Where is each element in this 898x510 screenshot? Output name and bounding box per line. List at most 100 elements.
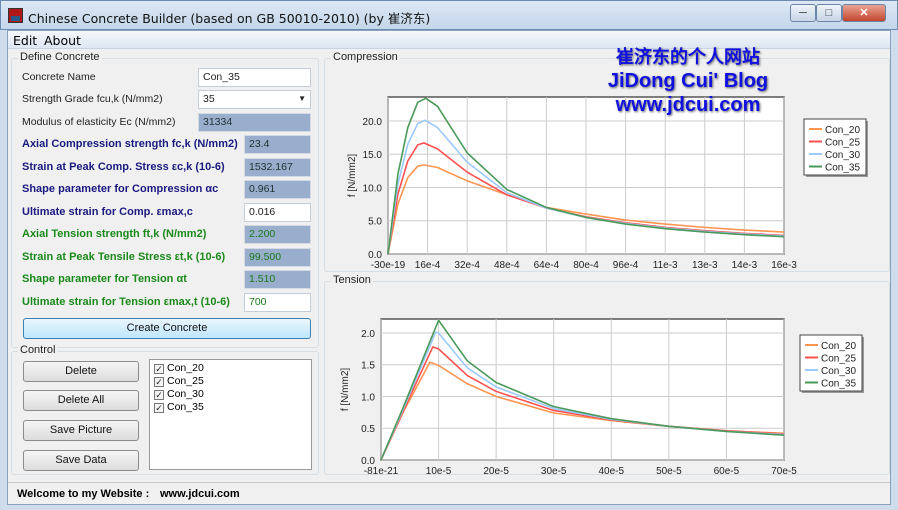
field-label: Modulus of elasticity Ec (N/mm2) [22,116,176,128]
field-label: Strength Grade fcu,k (N/mm2) [22,93,163,105]
x-tick-label: 30e-5 [541,466,567,474]
y-axis-label: f [N/mm2] [347,154,358,198]
x-tick-label: 16e-4 [415,260,441,271]
x-tick-label: 13e-3 [692,260,718,271]
status-bar: Welcome to my Website : www.jdcui.com [8,482,890,504]
x-tick-label: 20e-5 [483,466,509,474]
y-tick-label: 0.0 [361,456,375,467]
close-button[interactable]: ✕ [842,4,886,22]
watermark-line: 崔济东的个人网站 [616,47,760,67]
y-tick-label: 1.5 [361,361,375,372]
concrete-list[interactable]: ✓ Con_20 ✓ Con_25 ✓ Con_30 ✓ Con_35 [149,359,312,470]
save-picture-button[interactable]: Save Picture [23,420,139,441]
list-item[interactable]: ✓ Con_20 [154,362,204,374]
save-data-button[interactable]: Save Data [23,450,139,471]
field-label: Strain at Peak Tensile Stress εt,k (10-6… [22,251,226,263]
y-tick-label: 20.0 [363,117,383,128]
define-concrete-title: Define Concrete [18,51,102,63]
field-input[interactable]: 700 [244,293,311,312]
list-item[interactable]: ✓ Con_30 [154,388,204,400]
field-label: Axial Tension strength ft,k (N/mm2) [22,228,207,240]
legend-label: Con_25 [821,354,856,365]
field-value: 1.510 [249,273,276,285]
field-value: 35 [203,93,215,105]
field-label: Axial Compression strength fc,k (N/mm2) [22,138,238,150]
legend-label: Con_35 [825,163,860,174]
x-tick-label: 50e-5 [656,466,682,474]
x-tick-label: -30e-19 [371,260,406,271]
list-item-label: Con_30 [167,388,204,400]
field-input[interactable]: 1.510 [244,270,311,289]
field-input[interactable]: 31334 [198,113,311,132]
field-input[interactable]: 0.016 [244,203,311,222]
list-item-label: Con_25 [167,375,204,387]
field-label: Shape parameter for Tension αt [22,273,187,285]
menu-edit[interactable]: Edit [13,33,37,48]
y-tick-label: 1.0 [361,392,375,403]
status-url[interactable]: www.jdcui.com [160,488,240,500]
x-tick-label: 96e-4 [613,260,639,271]
field-input[interactable]: 2.200 [244,225,311,244]
checkbox-icon[interactable]: ✓ [154,403,164,413]
tension-title: Tension [331,274,373,286]
app-icon [8,8,23,23]
main-window: Edit About Define Concrete Concrete Name… [7,30,891,505]
x-tick-label: 60e-5 [714,466,740,474]
field-value: Con_35 [203,71,240,83]
field-label: Ultimate strain for Comp. εmax,c [22,206,193,218]
x-tick-label: 48e-4 [494,260,520,271]
watermark-line: JiDong Cui' Blog [607,70,769,92]
tension-chart: -81e-21 10e-5 20e-5 30e-5 40e-5 50e-5 60e-5 70e… [340,318,864,474]
field-input[interactable]: 23.4 [244,135,311,154]
x-tick-label: 10e-5 [426,466,452,474]
field-value: 31334 [203,116,233,128]
x-tick-label: 40e-5 [598,466,624,474]
field-value: 2.200 [249,228,276,240]
list-item[interactable]: ✓ Con_25 [154,375,204,387]
field-label: Ultimate strain for Tension εmax,t (10-6… [22,296,230,308]
list-item-label: Con_20 [167,362,204,374]
menu-about[interactable]: About [44,33,81,48]
minimize-button[interactable]: ─ [790,4,816,22]
strength-grade-dropdown[interactable]: 35 ▼ [198,90,311,109]
x-tick-label: -81e-21 [364,466,399,474]
field-label: Concrete Name [22,71,96,83]
legend-label: Con_30 [821,366,856,377]
title-bar: Chinese Concrete Builder (based on GB 50… [0,0,898,30]
y-tick-label: 10.0 [363,183,383,194]
field-value: 0.961 [249,183,276,195]
status-welcome: Welcome to my Website : [17,488,150,500]
legend-label: Con_25 [825,138,860,149]
x-tick-label: 80e-4 [573,260,599,271]
x-tick-label: 11e-3 [653,260,678,271]
field-label: Shape parameter for Compression αc [22,183,219,195]
y-tick-label: 15.0 [363,150,383,161]
x-tick-label: 64e-4 [534,260,560,271]
create-concrete-button[interactable]: Create Concrete [23,318,311,339]
field-value: 1532.167 [249,161,293,173]
field-label: Strain at Peak Comp. Stress εc,k (10-6) [22,161,225,173]
field-value: 0.016 [249,206,276,218]
y-tick-label: 0.5 [361,424,375,435]
maximize-button[interactable]: □ [816,4,842,22]
legend-label: Con_35 [821,379,856,390]
field-value: 99.500 [249,251,282,263]
legend-label: Con_20 [825,125,860,136]
field-value: 700 [249,296,267,308]
window-title: Chinese Concrete Builder (based on GB 50… [28,11,431,26]
field-input[interactable]: 0.961 [244,180,311,199]
list-item[interactable]: ✓ Con_35 [154,401,204,413]
checkbox-icon[interactable]: ✓ [154,390,164,400]
checkbox-icon[interactable]: ✓ [154,377,164,387]
list-item-label: Con_35 [167,401,204,413]
checkbox-icon[interactable]: ✓ [154,364,164,374]
chevron-down-icon[interactable]: ▼ [298,94,306,103]
field-input[interactable]: 1532.167 [244,158,311,177]
field-value: 23.4 [249,138,270,150]
field-input[interactable]: Con_35 [198,68,311,87]
delete-button[interactable]: Delete [23,361,139,382]
legend-label: Con_20 [821,341,856,352]
field-input[interactable]: 99.500 [244,248,311,267]
control-title: Control [18,344,58,356]
delete-all-button[interactable]: Delete All [23,390,139,411]
